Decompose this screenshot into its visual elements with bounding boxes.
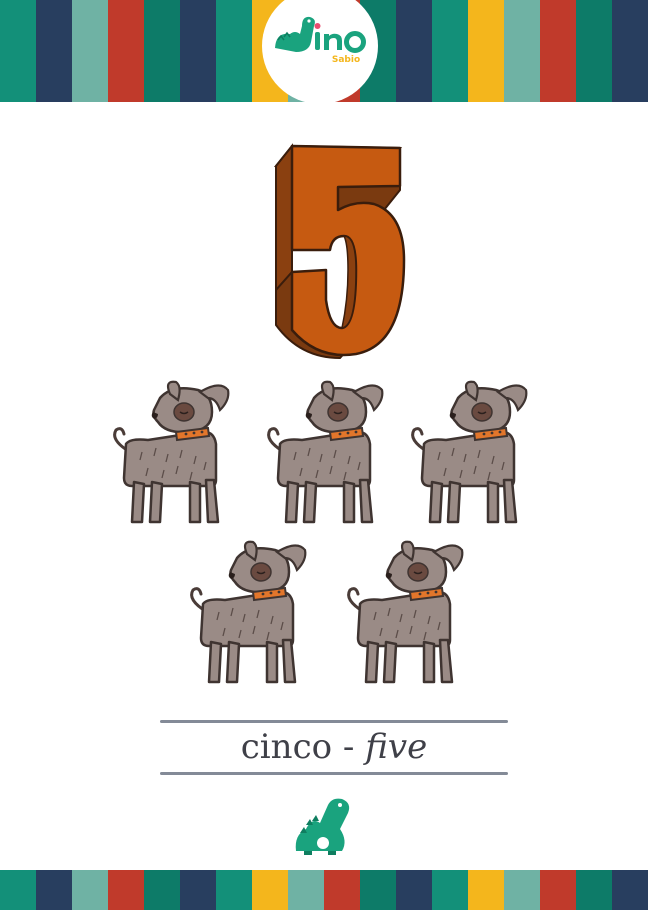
stripe [288, 870, 324, 910]
stripe [180, 870, 216, 910]
dog-icon [113, 380, 230, 524]
word-separator: - [342, 727, 355, 767]
stripe [360, 870, 396, 910]
stripe [72, 0, 108, 102]
stripe [468, 0, 504, 102]
bottom-stripe-border [0, 870, 648, 910]
stripe [612, 0, 648, 102]
stripe [0, 870, 36, 910]
stripe [144, 870, 180, 910]
stripe [252, 870, 288, 910]
brand-subtitle: Sabio [332, 55, 360, 65]
stripe [576, 0, 612, 102]
stripe [180, 0, 216, 102]
word-english: five [365, 727, 428, 767]
stripe [144, 0, 180, 102]
stripe [36, 0, 72, 102]
dog-icon [190, 540, 307, 684]
stripe [432, 0, 468, 102]
caption-line-bottom [160, 772, 508, 775]
stripe [396, 0, 432, 102]
stripe [432, 870, 468, 910]
stripe [108, 0, 144, 102]
number-five-3d: 5 [273, 143, 406, 360]
dino-mascot-icon [290, 795, 354, 861]
stripe [72, 870, 108, 910]
stripe [540, 0, 576, 102]
stripe [504, 870, 540, 910]
dino-logo-icon: Sabio [275, 16, 366, 65]
stripe [324, 870, 360, 910]
stripe [396, 870, 432, 910]
number-text: 5 [340, 289, 341, 291]
stripe [612, 870, 648, 910]
stripe [36, 870, 72, 910]
stripe [0, 0, 36, 102]
number-graphic: 5 [260, 140, 420, 370]
dog-icon [267, 380, 384, 524]
dog-icon [411, 380, 528, 524]
word-spanish: cinco [240, 727, 333, 767]
stripe [540, 870, 576, 910]
caption: cinco - five [160, 723, 508, 771]
stripe [504, 0, 540, 102]
stripe [576, 870, 612, 910]
stripe [216, 0, 252, 102]
dog-icon [347, 540, 464, 684]
brand-logo: Sabio [262, 0, 378, 104]
stripe [216, 870, 252, 910]
stripe [108, 870, 144, 910]
stripe [468, 870, 504, 910]
